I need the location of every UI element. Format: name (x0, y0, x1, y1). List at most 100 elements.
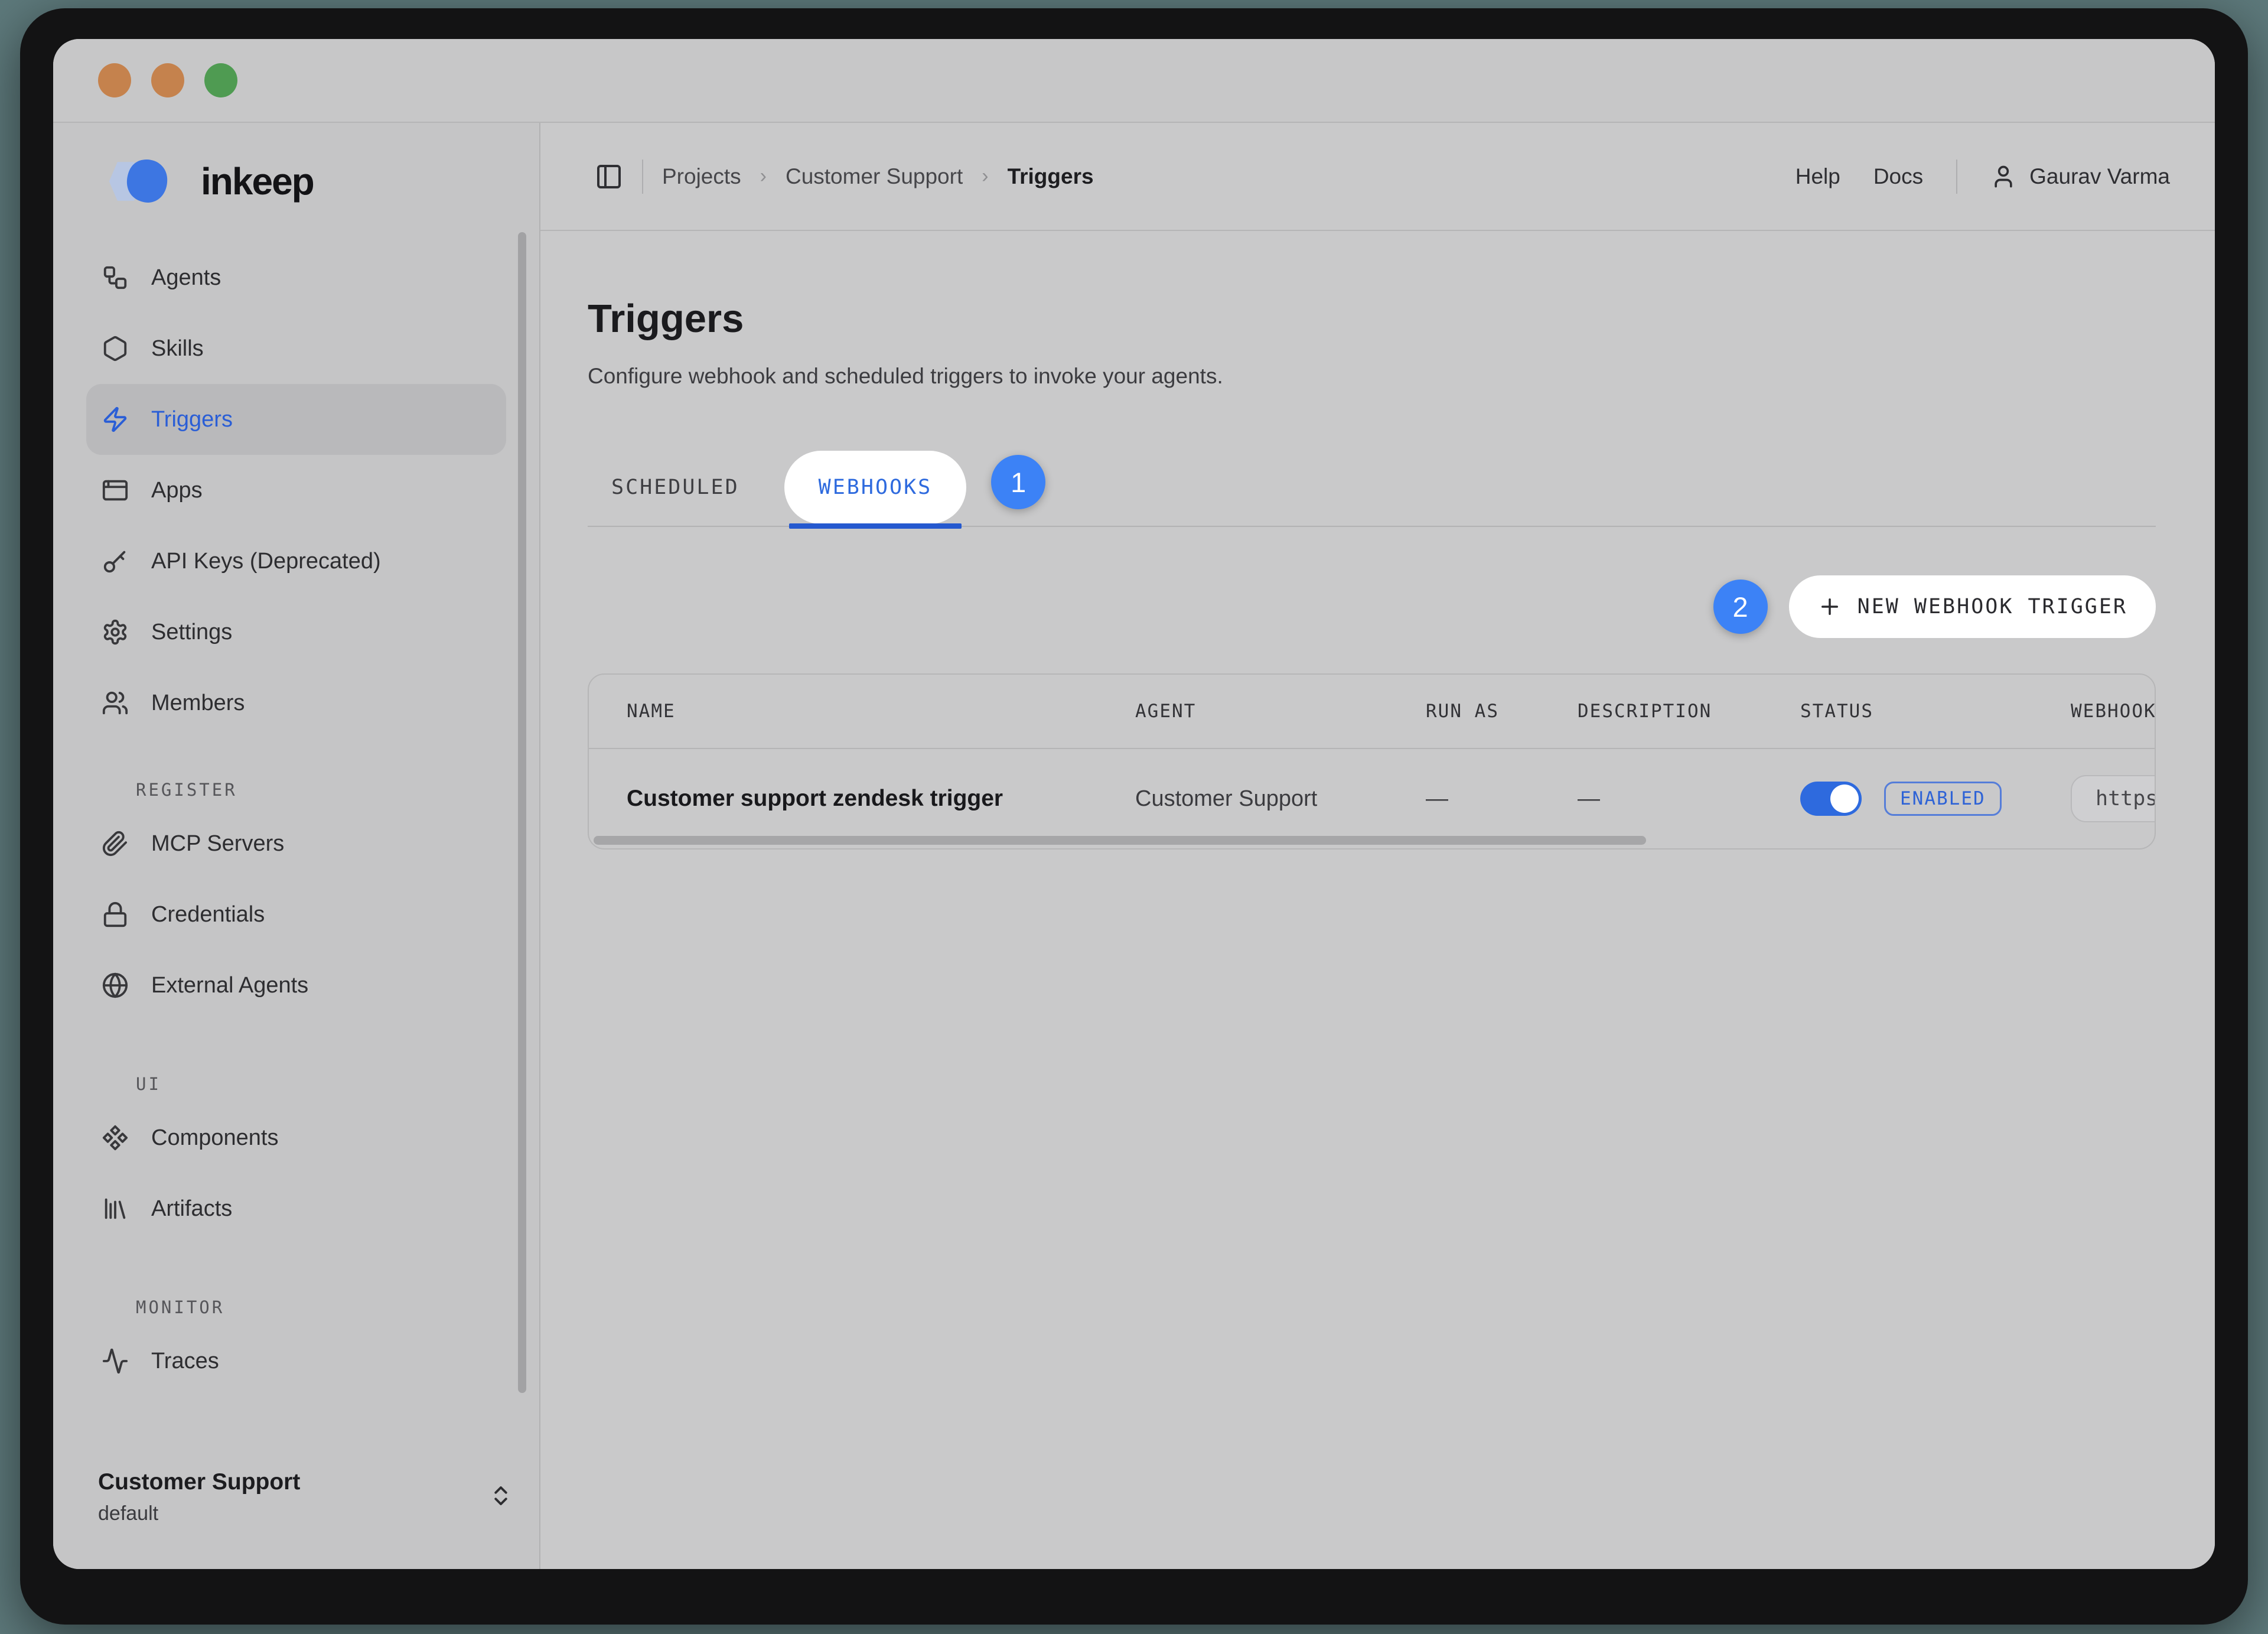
toggle-knob (1830, 785, 1859, 813)
breadcrumb: Projects › Customer Support › Triggers (595, 160, 1094, 194)
inkeep-logo-icon (98, 154, 187, 209)
sidebar-item-label: Settings (151, 620, 232, 645)
breadcrumb-project-name[interactable]: Customer Support (786, 164, 963, 189)
page-content: Triggers Configure webhook and scheduled… (540, 231, 2215, 849)
app-window-icon (102, 477, 129, 504)
sidebar-section-register: REGISTER (86, 780, 506, 800)
help-link[interactable]: Help (1795, 164, 1840, 189)
panel-left-icon[interactable] (595, 162, 623, 191)
component-icon (102, 1124, 129, 1151)
window-zoom-button[interactable] (204, 63, 237, 97)
plus-icon (1817, 594, 1842, 619)
column-header-webhook-url: WEBHOOK URL (2071, 701, 2156, 722)
status-badge: ENABLED (1884, 782, 2002, 816)
sidebar-item-traces[interactable]: Traces (86, 1326, 506, 1397)
toolbar: 2 NEW WEBHOOK TRIGGER (588, 575, 2156, 638)
desktop-background: inkeep Agents Skills Trig (0, 0, 2268, 1634)
new-webhook-trigger-button[interactable]: NEW WEBHOOK TRIGGER (1789, 575, 2156, 638)
sidebar-item-label: Artifacts (151, 1196, 232, 1222)
triggers-table: NAME AGENT RUN AS DESCRIPTION STATUS WEB… (588, 673, 2156, 849)
header-divider (642, 160, 643, 194)
sidebar-nav: Agents Skills Triggers Apps (53, 242, 539, 1397)
key-icon (102, 548, 129, 575)
header-divider (1956, 160, 1957, 194)
globe-icon (102, 972, 129, 999)
cell-description: — (1578, 786, 1800, 812)
sidebar-item-external-agents[interactable]: External Agents (86, 950, 506, 1021)
column-header-description: DESCRIPTION (1578, 701, 1800, 722)
project-switcher-project: Customer Support (98, 1469, 300, 1495)
tab-webhooks[interactable]: WEBHOOKS (784, 451, 967, 524)
breadcrumb-separator: › (982, 165, 988, 188)
sidebar-item-label: Components (151, 1125, 278, 1151)
gear-icon (102, 619, 129, 646)
sidebar-item-apps[interactable]: Apps (86, 455, 506, 526)
breadcrumb-current: Triggers (1008, 164, 1094, 189)
table-header-row: NAME AGENT RUN AS DESCRIPTION STATUS WEB… (589, 675, 2156, 749)
sidebar-item-agents[interactable]: Agents (86, 242, 506, 313)
sidebar-item-label: API Keys (Deprecated) (151, 549, 381, 574)
column-header-run-as: RUN AS (1426, 701, 1578, 722)
chevrons-up-down-icon (488, 1483, 513, 1511)
main-header: Projects › Customer Support › Triggers H… (540, 123, 2215, 231)
sidebar-item-label: Agents (151, 265, 221, 291)
breadcrumb-projects[interactable]: Projects (662, 164, 741, 189)
sidebar-section-monitor: MONITOR (86, 1297, 506, 1317)
webhook-url-chip[interactable]: https:// (2071, 775, 2156, 822)
window-close-button[interactable] (98, 63, 131, 97)
zap-icon (102, 406, 129, 433)
user-menu[interactable]: Gaurav Varma (1990, 164, 2170, 190)
lock-icon (102, 901, 129, 928)
column-header-agent: AGENT (1135, 701, 1426, 722)
sidebar-item-components[interactable]: Components (86, 1102, 506, 1173)
status-toggle[interactable] (1800, 782, 1862, 816)
column-header-status: STATUS (1800, 701, 2071, 722)
sidebar-item-label: External Agents (151, 973, 308, 998)
sidebar-item-label: MCP Servers (151, 831, 284, 857)
sidebar-item-triggers[interactable]: Triggers (86, 384, 506, 455)
tab-bar: SCHEDULED WEBHOOKS 1 (588, 449, 2156, 527)
sidebar-item-mcp-servers[interactable]: MCP Servers (86, 808, 506, 879)
traffic-lights (98, 63, 237, 97)
sidebar-item-skills[interactable]: Skills (86, 313, 506, 384)
hexagon-icon (102, 335, 129, 362)
sidebar-item-label: Members (151, 691, 245, 716)
sidebar-item-settings[interactable]: Settings (86, 597, 506, 668)
app-window-frame: inkeep Agents Skills Trig (20, 8, 2248, 1625)
main-panel: Projects › Customer Support › Triggers H… (539, 123, 2215, 1569)
sidebar-item-label: Skills (151, 336, 204, 362)
cell-trigger-name: Customer support zendesk trigger (589, 786, 1135, 812)
table-row[interactable]: Customer support zendesk trigger Custome… (589, 749, 2156, 848)
app-window: inkeep Agents Skills Trig (53, 39, 2215, 1569)
cell-agent: Customer Support (1135, 786, 1426, 812)
sidebar-scrollbar[interactable] (518, 232, 526, 1393)
sidebar-item-artifacts[interactable]: Artifacts (86, 1173, 506, 1244)
sidebar-item-label: Apps (151, 478, 203, 503)
library-icon (102, 1195, 129, 1222)
sidebar-item-label: Triggers (151, 407, 233, 432)
project-switcher[interactable]: Customer Support default (98, 1469, 513, 1525)
page-subtitle: Configure webhook and scheduled triggers… (588, 364, 2156, 389)
annotation-badge-1: 1 (991, 455, 1045, 509)
user-icon (1990, 164, 2016, 190)
page-title: Triggers (588, 296, 2156, 341)
sidebar: inkeep Agents Skills Trig (53, 123, 539, 1569)
table-horizontal-scrollbar[interactable] (594, 836, 1646, 845)
cell-run-as: — (1426, 786, 1578, 812)
sidebar-item-members[interactable]: Members (86, 668, 506, 738)
sidebar-item-label: Credentials (151, 902, 265, 927)
sidebar-item-api-keys[interactable]: API Keys (Deprecated) (86, 526, 506, 597)
sidebar-section-ui: UI (86, 1074, 506, 1094)
sidebar-item-credentials[interactable]: Credentials (86, 879, 506, 950)
logo-text: inkeep (201, 160, 314, 203)
docs-link[interactable]: Docs (1873, 164, 1923, 189)
paperclip-icon (102, 830, 129, 857)
window-minimize-button[interactable] (151, 63, 184, 97)
tab-scheduled[interactable]: SCHEDULED (588, 476, 763, 499)
annotation-badge-2: 2 (1713, 580, 1768, 634)
sidebar-item-label: Traces (151, 1349, 219, 1374)
user-name: Gaurav Varma (2029, 164, 2170, 189)
logo: inkeep (98, 154, 539, 209)
window-titlebar (53, 39, 2215, 123)
activity-icon (102, 1347, 129, 1375)
